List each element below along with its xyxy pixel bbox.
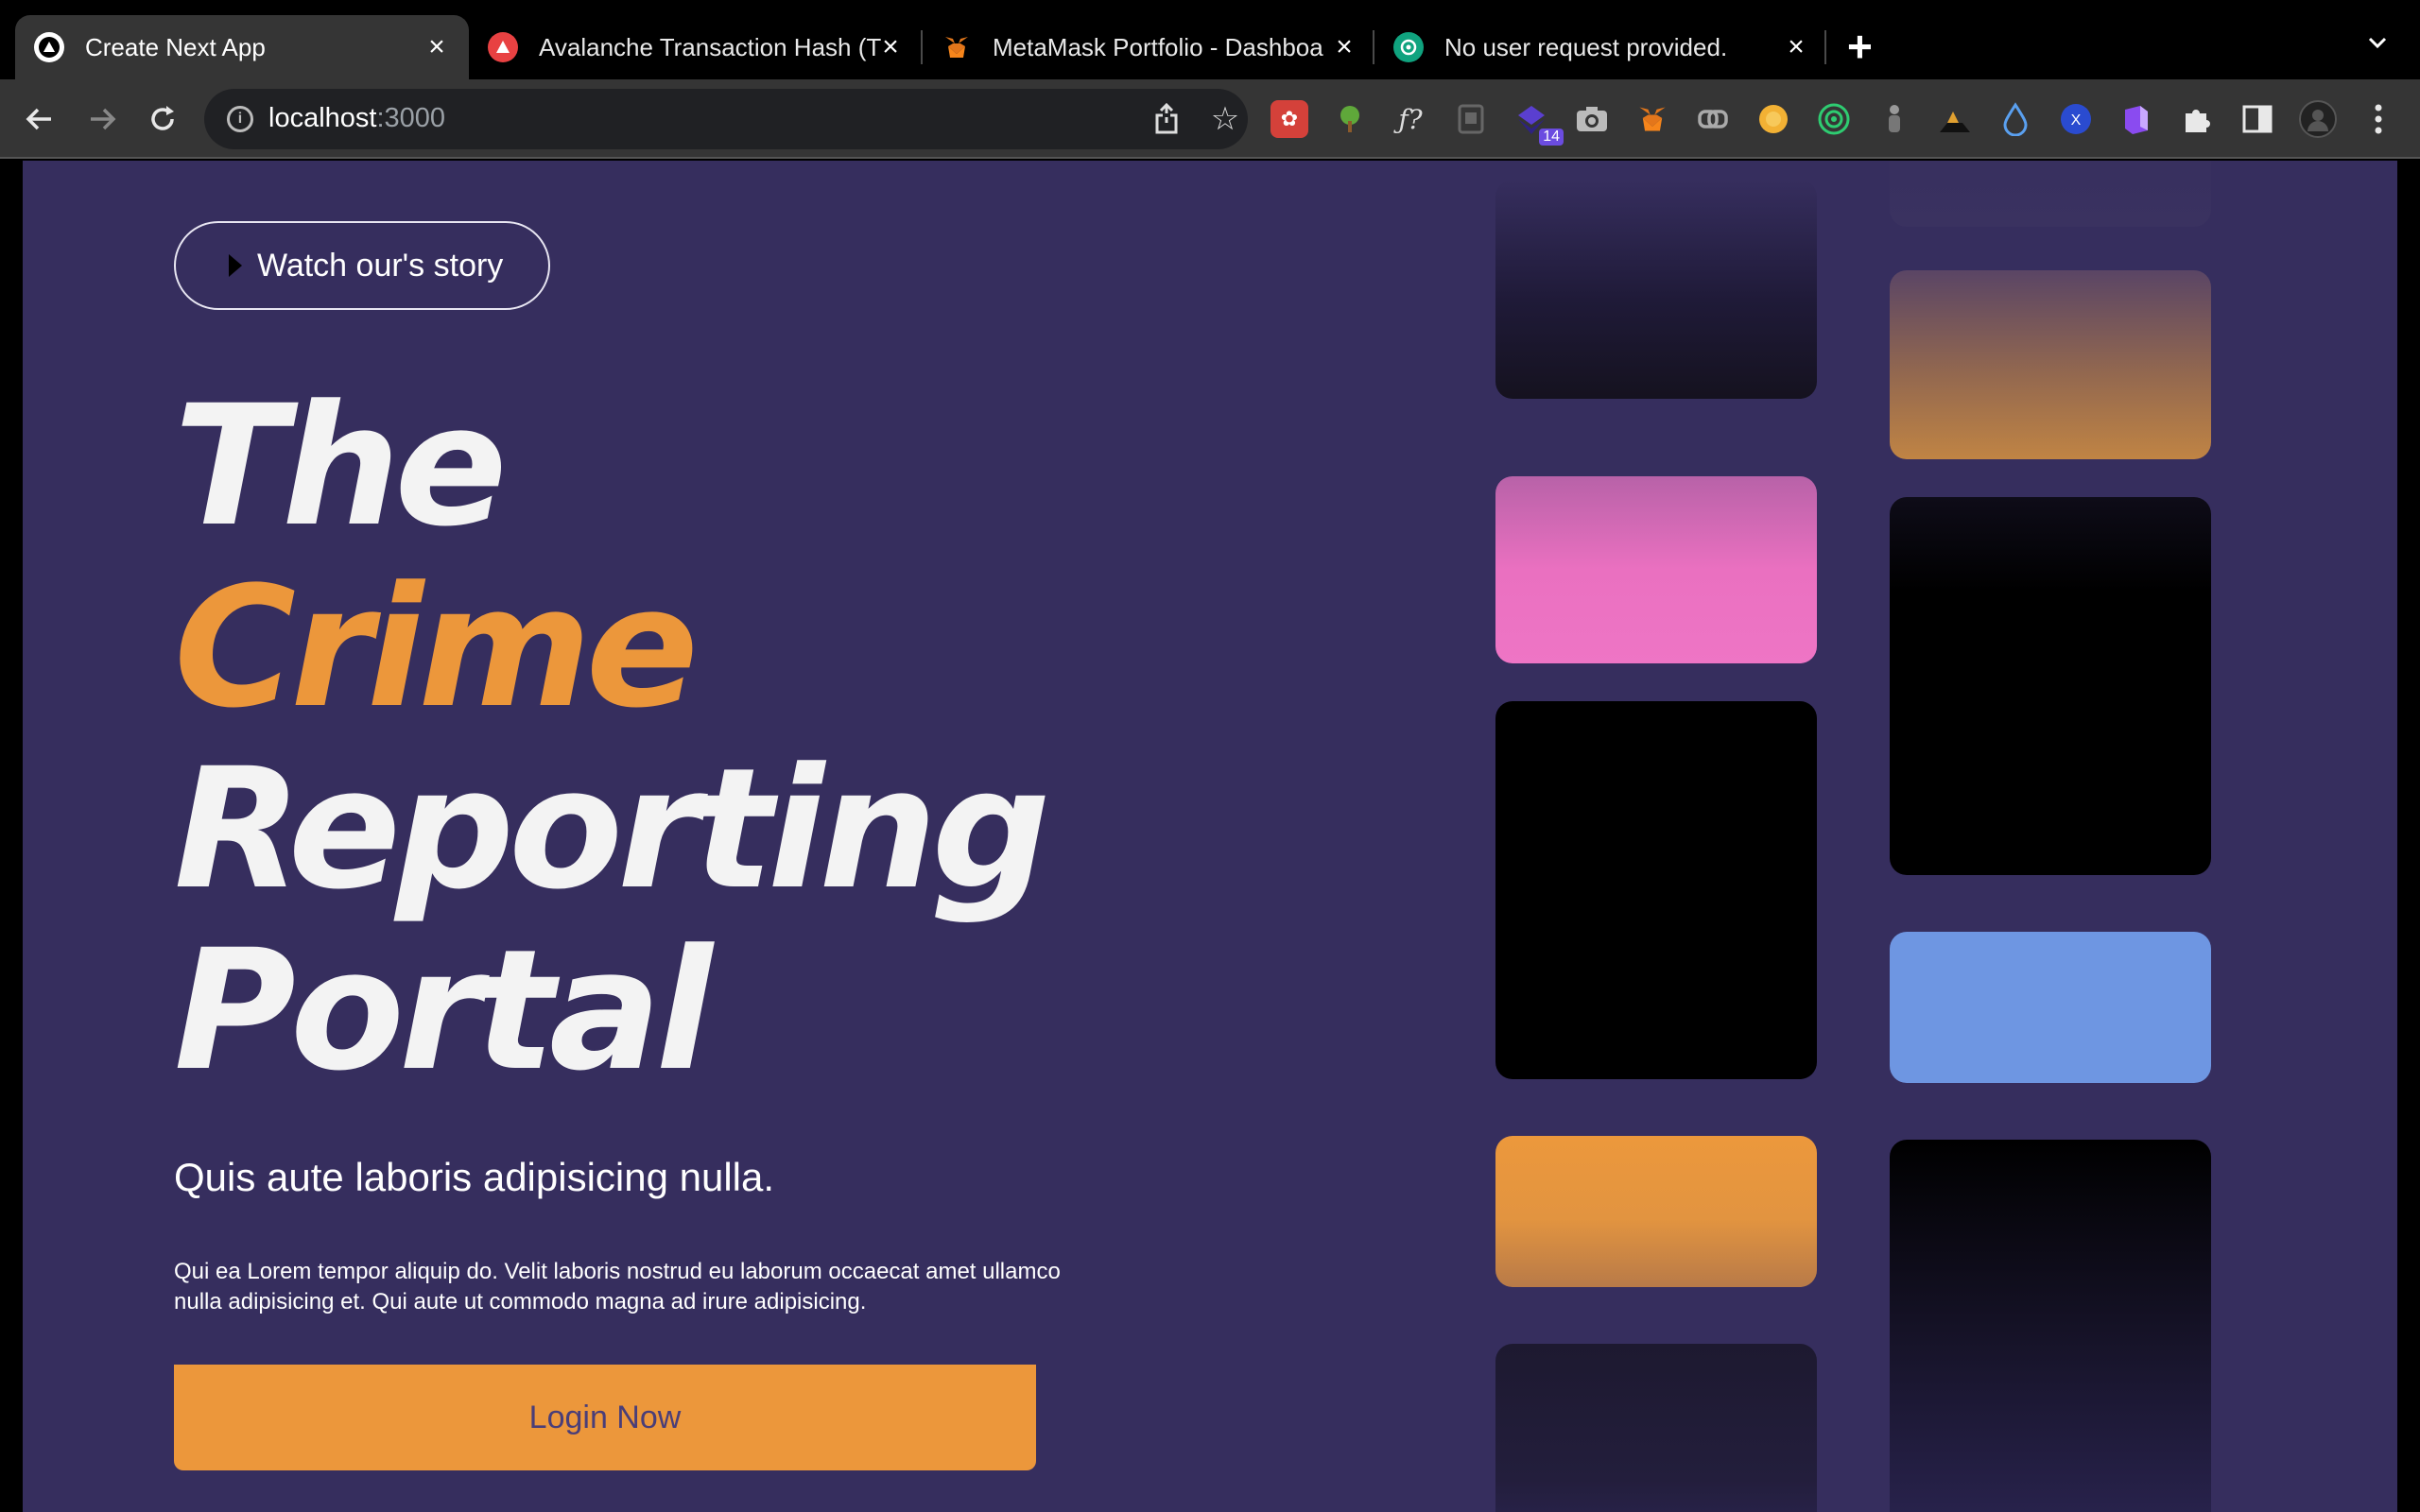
close-tab-icon[interactable]: × [422,32,452,62]
gallery-card [1890,497,2211,875]
tab-title: Create Next App [85,32,266,61]
site-info-icon[interactable]: i [227,106,253,132]
extension-bottle-icon[interactable] [1876,100,1913,138]
tab-title: Avalanche Transaction Hash (T [539,32,882,61]
share-icon[interactable] [1150,102,1184,136]
page-title: The Crime Reporting Portal [174,369,1051,1108]
extension-x-icon[interactable]: X [2057,100,2095,138]
tab-avalanche[interactable]: Avalanche Transaction Hash (T × [469,15,923,79]
openai-icon [1393,32,1424,62]
tab-strip: Create Next App × Avalanche Transaction … [0,0,2420,79]
avalanche-icon [488,32,518,62]
extension-purple-icon[interactable]: 14 [1512,100,1564,146]
close-tab-icon[interactable]: × [1781,32,1811,62]
gallery-card [1495,701,1817,1079]
metamask-extension-icon[interactable] [1634,100,1671,138]
gallery-card [1495,180,1817,399]
hero-section: Watch our's story The Crime Reporting Po… [23,161,2397,1512]
gallery-card [1890,932,2211,1083]
hero-subtitle: Quis aute laboris adipisicing nulla. [174,1155,775,1199]
hero-description: Qui ea Lorem tempor aliquip do. Velit la… [174,1259,1061,1314]
extension-target-icon[interactable] [1815,100,1853,138]
extension-function-icon[interactable]: ƒ? [1392,100,1429,138]
close-tab-icon[interactable]: × [875,32,906,62]
profile-avatar[interactable] [2299,100,2337,138]
title-line-reporting: Reporting [174,732,1051,926]
extension-red-icon[interactable]: ✿ [1270,100,1308,138]
gallery-card [1495,476,1817,663]
browser-menu-icon[interactable] [2360,100,2397,138]
tab-search-chevron-down-icon[interactable] [2363,28,2392,57]
extension-document-icon[interactable] [1452,100,1490,138]
gallery-card [1495,1136,1817,1287]
extension-drop-icon[interactable] [1996,100,2034,138]
title-line-the: The [174,369,508,563]
nextjs-icon [34,32,64,62]
tab-separator [1824,30,1826,64]
watch-story-label: Watch our's story [257,247,504,284]
gallery-card [1890,161,2211,227]
tab-title: No user request provided. [1444,32,1728,61]
title-line-crime: Crime [174,551,699,745]
title-line-portal: Portal [174,914,713,1108]
extension-cube-icon[interactable] [2118,100,2155,138]
forward-arrow-icon[interactable] [83,100,121,138]
close-tab-icon[interactable]: × [1329,32,1359,62]
gallery-card [1495,1344,1817,1512]
address-bar[interactable]: i localhost:3000 ☆ [204,89,1248,149]
metamask-icon [942,32,972,62]
watch-story-button[interactable]: Watch our's story [174,221,550,310]
bookmark-star-icon[interactable]: ☆ [1208,100,1242,137]
tab-title: MetaMask Portfolio - Dashboa [993,32,1323,61]
extension-hat-icon[interactable] [1936,100,1974,138]
tab-openai[interactable]: No user request provided. × [1374,15,1828,79]
login-now-label: Login Now [528,1399,682,1435]
back-arrow-icon[interactable] [21,100,59,138]
tab-metamask[interactable]: MetaMask Portfolio - Dashboa × [923,15,1376,79]
tab-create-next-app[interactable]: Create Next App × [15,15,469,79]
extension-coin-icon[interactable] [1754,100,1792,138]
address-url: localhost:3000 [268,103,446,133]
camera-icon[interactable] [1573,100,1611,138]
play-icon [229,254,242,277]
extensions-puzzle-icon[interactable] [2178,100,2216,138]
svg-text:X: X [2071,112,2082,129]
extension-badge: 14 [1539,129,1564,146]
extension-tree-icon[interactable] [1331,100,1369,138]
gallery-card [1890,1140,2211,1512]
reload-icon[interactable] [144,100,182,138]
browser-toolbar: i localhost:3000 ☆ ✿ ƒ? 14 X [0,79,2420,159]
extension-link-icon[interactable] [1694,100,1732,138]
login-now-button[interactable]: Login Now [174,1365,1036,1470]
new-tab-plus-icon[interactable]: + [1847,25,1873,68]
side-panel-icon[interactable] [2238,100,2276,138]
page-viewport: Watch our's story The Crime Reporting Po… [0,161,2420,1512]
gallery-card [1890,270,2211,459]
